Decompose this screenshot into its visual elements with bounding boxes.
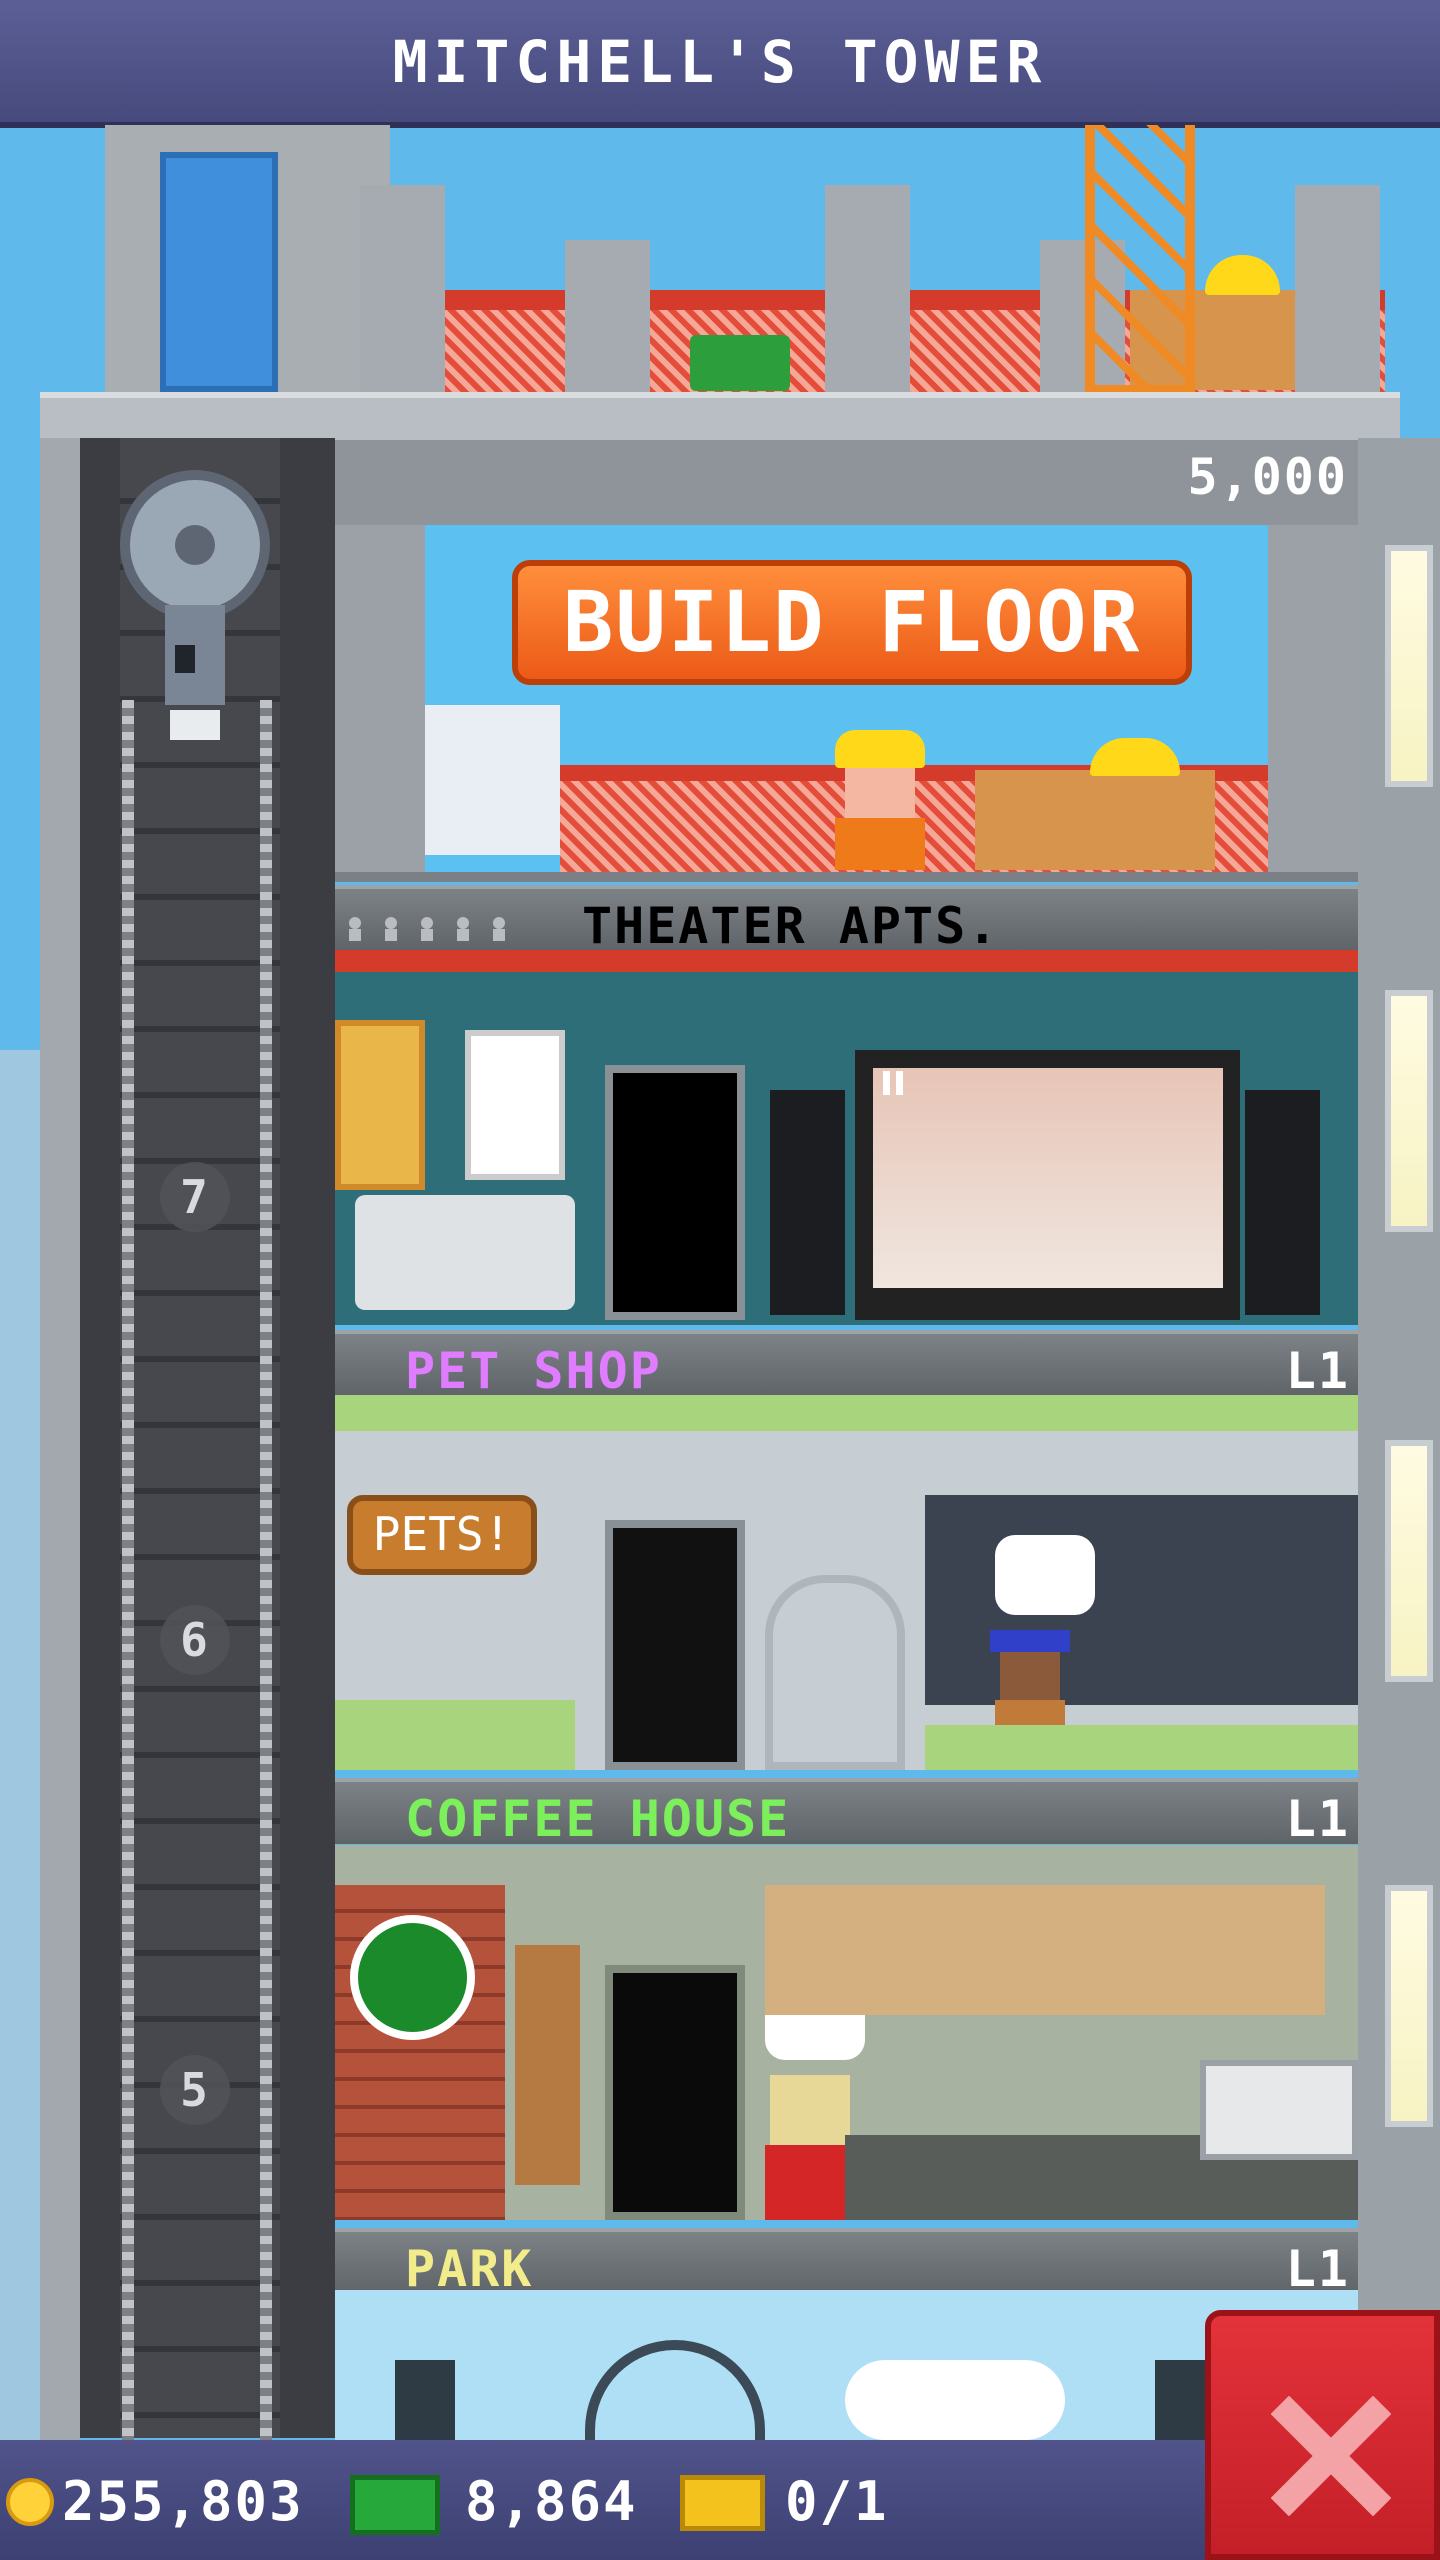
cloud-icon [845, 2360, 1065, 2440]
door[interactable] [605, 1065, 745, 1320]
roof-base [40, 392, 1400, 444]
pastry-case-icon [1200, 2060, 1358, 2160]
theater-apts-room[interactable] [335, 950, 1358, 1325]
pause-icon[interactable] [875, 1065, 911, 1101]
tickets-count: 0/1 [785, 2470, 889, 2533]
roof-pillar [825, 185, 910, 395]
poster [335, 1020, 425, 1190]
floor-label-strip[interactable]: PARK L1 [335, 2228, 1358, 2298]
elevator-pulley-icon[interactable] [100, 465, 300, 755]
window [1385, 1440, 1433, 1682]
close-icon [1271, 2396, 1391, 2516]
floor-name-theater: THEATER APTS. [582, 897, 1000, 955]
ticket-icon [680, 2475, 765, 2531]
floor-number-6: 6 [160, 1605, 230, 1675]
supply-crate-icon [425, 705, 560, 855]
speaker-icon [1245, 1090, 1320, 1315]
hardhat-icon [1205, 255, 1280, 295]
hardhat-icon [1090, 738, 1180, 776]
door[interactable] [605, 1965, 745, 2220]
floor-name-coffee-house: COFFEE HOUSE [405, 1790, 791, 1848]
roof-pillar [565, 240, 650, 395]
speaker-icon [770, 1090, 845, 1315]
crane-icon [1085, 125, 1195, 395]
coffee-cup-icon [350, 1915, 475, 2040]
floor-slab [335, 872, 1358, 882]
pet-shop-room[interactable]: PETS! [335, 1395, 1358, 1770]
floor-number-5: 5 [160, 2055, 230, 2125]
floor-level: L1 [1285, 1342, 1350, 1400]
sofa-icon [355, 1195, 575, 1310]
window [1385, 1885, 1433, 2127]
ceiling-trim [335, 1395, 1358, 1431]
ceiling-trim [335, 950, 1358, 972]
lamp-icon [395, 2360, 455, 2440]
roof-door [160, 152, 278, 392]
floor-name-pet-shop: PET SHOP [405, 1342, 662, 1400]
floor-label-strip[interactable]: THEATER APTS. [335, 885, 1358, 955]
poster [465, 1030, 565, 1180]
tower-left-wall [40, 438, 80, 2440]
pet-food-counter [335, 1700, 575, 1770]
coins-count: 255,803 [62, 2470, 304, 2533]
build-floor-cost: 5,000 [1187, 448, 1348, 506]
birdcage-icon [765, 1575, 905, 1770]
coin-icon [6, 2478, 54, 2526]
door[interactable] [605, 1520, 745, 1770]
construction-worker-icon [825, 730, 925, 870]
residents-icon [347, 917, 505, 941]
shelf-icon [515, 1945, 580, 2185]
close-button[interactable] [1205, 2310, 1440, 2560]
speech-bubble-icon [995, 1535, 1095, 1615]
coffee-house-room[interactable] [335, 1845, 1358, 2220]
background-building [0, 1050, 40, 2440]
pillar [335, 525, 425, 882]
toolbox-icon [690, 335, 790, 391]
arch-icon [585, 2340, 765, 2440]
customer-icon[interactable] [765, 2075, 855, 2220]
pets-sign: PETS! [347, 1495, 537, 1575]
pillar [1268, 525, 1358, 882]
floor-label-strip[interactable]: PET SHOP L1 [335, 1330, 1358, 1400]
bux-count: 8,864 [465, 2470, 638, 2533]
window [1385, 990, 1433, 1232]
bux-icon [350, 2475, 440, 2535]
crate-icon [975, 770, 1215, 870]
elevator-rail [122, 700, 134, 2440]
roof-pillar [1295, 185, 1380, 395]
menu-board [765, 1885, 1325, 2015]
floor-number-7: 7 [160, 1162, 230, 1232]
window [1385, 545, 1433, 787]
floor-level: L1 [1285, 1790, 1350, 1848]
elevator-rail [260, 700, 272, 2440]
tv-screen[interactable] [855, 1050, 1240, 1320]
roof-pillar [360, 185, 445, 395]
tower-title: MITCHELL'S TOWER [392, 28, 1048, 96]
build-floor-button[interactable]: BUILD FLOOR [512, 560, 1192, 685]
floor-label-strip[interactable]: COFFEE HOUSE L1 [335, 1778, 1358, 1848]
shelf-counter [925, 1725, 1358, 1770]
title-bar: MITCHELL'S TOWER [0, 0, 1440, 128]
